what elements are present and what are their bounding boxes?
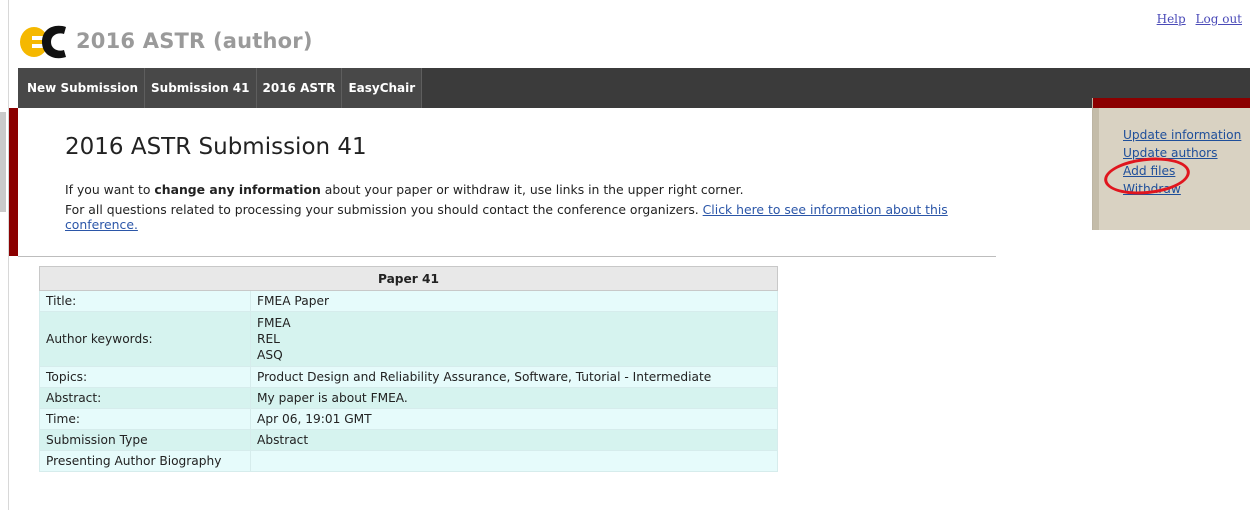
row-label-topics: Topics: <box>39 366 251 388</box>
app-header: 2016 ASTR (author) <box>18 20 313 62</box>
row-label-abstract: Abstract: <box>39 387 251 409</box>
table-row: Abstract: My paper is about FMEA. <box>39 387 778 409</box>
add-files-link[interactable]: Add files <box>1123 164 1175 178</box>
update-information-link[interactable]: Update information <box>1123 128 1241 142</box>
row-label-biography: Presenting Author Biography <box>39 450 251 472</box>
withdraw-link[interactable]: Withdraw <box>1123 182 1181 196</box>
main-nav: New Submission Submission 41 2016 ASTR E… <box>18 68 1250 108</box>
table-row: Submission Type Abstract <box>39 429 778 451</box>
info-paragraph-contact: For all questions related to processing … <box>65 202 985 232</box>
app-title: 2016 ASTR (author) <box>76 29 313 53</box>
row-value-title: FMEA Paper <box>250 290 778 312</box>
row-value-biography <box>250 450 778 472</box>
row-label-submission-type: Submission Type <box>39 429 251 451</box>
tab-2016-astr[interactable]: 2016 ASTR <box>256 68 343 108</box>
side-panel-stripe <box>1093 108 1099 230</box>
tab-submission-41[interactable]: Submission 41 <box>145 68 257 108</box>
info-paragraph-change: If you want to change any information ab… <box>65 182 985 197</box>
top-links: Help Log out <box>1151 12 1242 26</box>
tab-new-submission[interactable]: New Submission <box>18 68 146 108</box>
info2-before: For all questions related to processing … <box>65 202 703 217</box>
content-divider <box>18 256 996 257</box>
paper-table-header: Paper 41 <box>39 266 778 291</box>
page-title: 2016 ASTR Submission 41 <box>65 134 367 160</box>
logout-link[interactable]: Log out <box>1196 12 1242 26</box>
row-label-keywords: Author keywords: <box>39 311 251 367</box>
row-value-topics: Product Design and Reliability Assurance… <box>250 366 778 388</box>
help-link[interactable]: Help <box>1157 12 1186 26</box>
row-value-keywords: FMEA REL ASQ <box>250 311 778 367</box>
paper-details-table: Paper 41 Title: FMEA Paper Author keywor… <box>39 266 778 472</box>
logo-icon <box>20 25 66 59</box>
info1-after: about your paper or withdraw it, use lin… <box>320 182 744 197</box>
browser-left-edge <box>0 0 9 510</box>
table-row: Author keywords: FMEA REL ASQ <box>39 311 778 367</box>
side-panel-links: Update information Update authors Add fi… <box>1123 126 1241 198</box>
row-value-time: Apr 06, 19:01 GMT <box>250 408 778 430</box>
tab-easychair[interactable]: EasyChair <box>342 68 423 108</box>
easychair-logo <box>18 21 70 61</box>
side-panel: Update information Update authors Add fi… <box>1092 98 1250 230</box>
info1-before: If you want to <box>65 182 155 197</box>
row-label-time: Time: <box>39 408 251 430</box>
keyword: FMEA <box>257 316 291 330</box>
left-edge-shade <box>0 112 6 212</box>
info-text: If you want to change any information ab… <box>65 182 985 237</box>
row-value-abstract: My paper is about FMEA. <box>250 387 778 409</box>
table-row: Presenting Author Biography <box>39 450 778 472</box>
row-value-submission-type: Abstract <box>250 429 778 451</box>
update-authors-link[interactable]: Update authors <box>1123 146 1218 160</box>
content-accent-bar <box>9 108 18 256</box>
keyword: REL <box>257 332 280 346</box>
side-panel-accent <box>1093 98 1250 108</box>
keyword: ASQ <box>257 348 283 362</box>
table-row: Title: FMEA Paper <box>39 290 778 312</box>
table-row: Time: Apr 06, 19:01 GMT <box>39 408 778 430</box>
table-row: Topics: Product Design and Reliability A… <box>39 366 778 388</box>
row-label-title: Title: <box>39 290 251 312</box>
info1-bold: change any information <box>154 182 321 197</box>
